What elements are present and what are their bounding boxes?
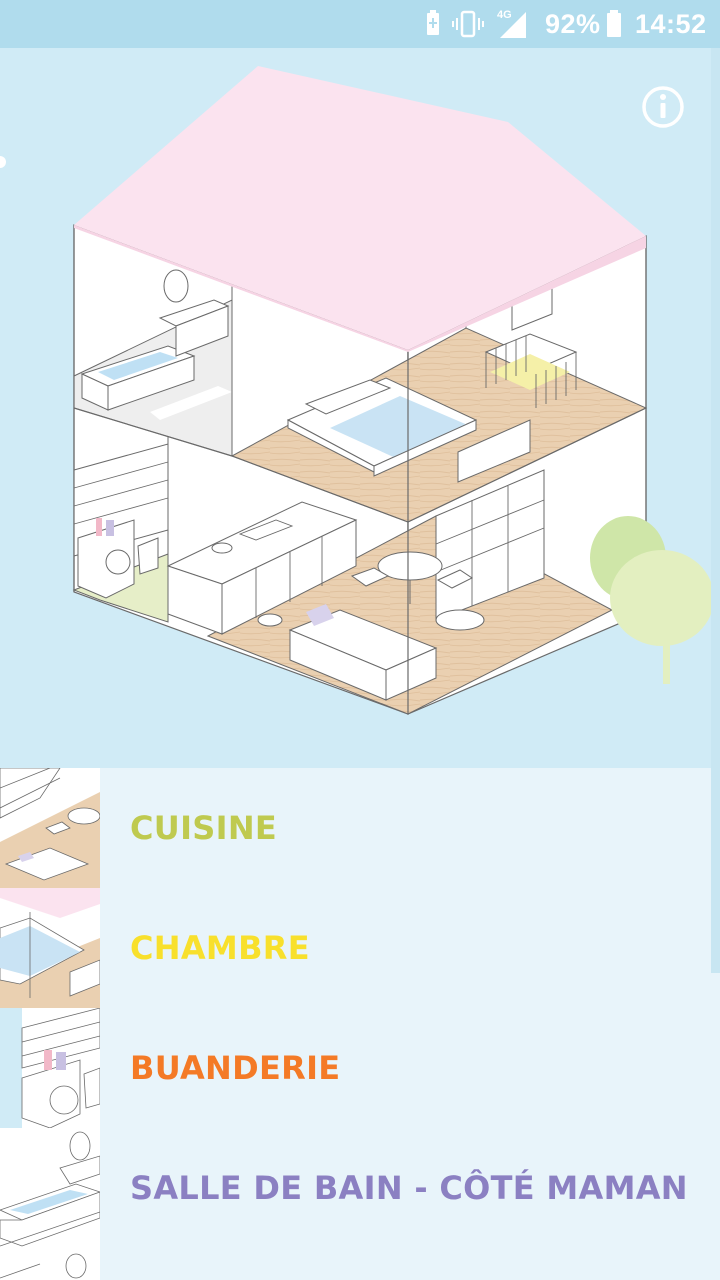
info-button[interactable] [638,82,688,132]
room-label-laundry: BUANDERIE [130,1049,341,1087]
room-item-bathroom[interactable]: SALLE DE BAIN - CÔTÉ MAMAN [0,1128,720,1248]
house-illustration [0,66,714,715]
battery-icon [606,0,622,48]
room-label-bedroom: CHAMBRE [130,929,310,967]
room-item-bedroom[interactable]: CHAMBRE [0,888,720,1008]
room-list: CUISINE CHAMBRE BUANDERIE SALLE DE BAIN … [0,768,720,1280]
network-type-label: 4G [497,9,512,21]
signal-icon: 4G [496,0,528,48]
room-label-bathroom: SALLE DE BAIN - CÔTÉ MAMAN [130,1169,688,1207]
info-icon [642,86,684,128]
room-item-laundry[interactable]: BUANDERIE [0,1008,720,1128]
status-bar: 4G 92% 14:52 [0,0,720,48]
room-label-kitchen: CUISINE [130,809,278,847]
vibrate-icon [452,0,484,48]
kitchen-thumbnail [0,768,100,888]
house-illustration-panel [0,48,720,768]
clock: 14:52 [635,8,707,39]
bathroom-thumbnail [0,1128,100,1248]
next-room-thumbnail [0,1248,100,1280]
laundry-thumbnail [0,1008,100,1128]
battery-charging-icon [423,0,443,48]
room-item-kitchen[interactable]: CUISINE [0,768,720,888]
bedroom-thumbnail [0,888,100,1008]
battery-percent: 92% [545,8,601,39]
